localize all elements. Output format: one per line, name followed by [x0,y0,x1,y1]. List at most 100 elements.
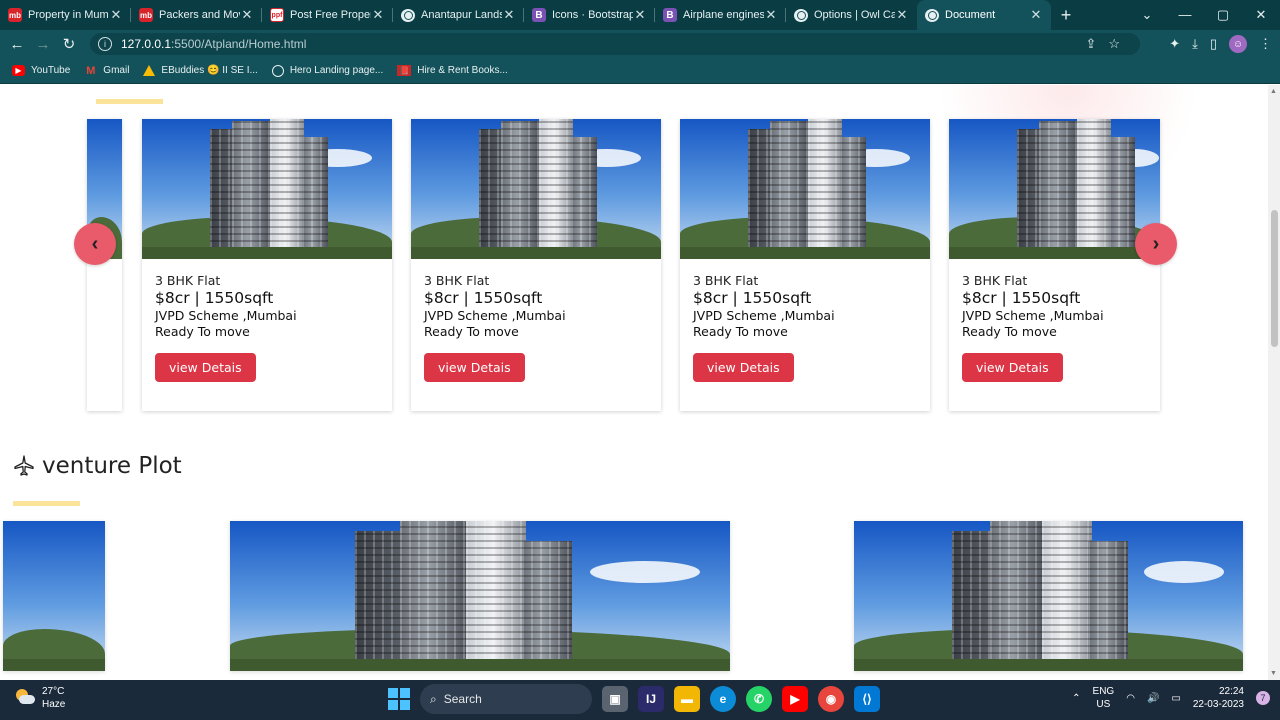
windows-taskbar: 27°C Haze ⌕ Search ▣ IJ ▬ e ✆ ▶ ◉ ⟨⟩ ⌃ ENG… [0,680,1280,720]
menu-kebab-icon[interactable]: ⋮ [1259,36,1272,52]
browser-tab-strip: mbProperty in Mumb✕ mbPackers and Move✕ … [0,0,1280,30]
bookmark-hero-landing[interactable]: Hero Landing page... [271,64,383,77]
tab-5[interactable]: B Airplane engines ✕ [655,0,786,30]
reload-icon[interactable]: ↻ [56,35,82,53]
section-title: venture Plot [42,453,182,479]
profile-avatar[interactable]: ☺ [1229,35,1247,53]
share-icon[interactable]: ⇪ [1085,33,1096,55]
close-tab-icon[interactable]: ✕ [502,7,516,23]
edge-icon[interactable]: e [710,686,736,712]
wifi-icon[interactable]: ◠ [1126,693,1135,704]
listing-price: $8cr | 1550sqft [424,289,543,307]
file-explorer-icon[interactable]: ▬ [674,686,700,712]
back-icon[interactable]: ← [4,36,30,53]
download-icon[interactable]: ⤓ [1192,36,1198,52]
chevron-right-icon: › [1152,232,1160,255]
property-photo [680,119,930,259]
vscode-icon[interactable]: ⟨⟩ [854,686,880,712]
tab-search-icon[interactable]: ⌄ [1128,0,1166,30]
minimize-button[interactable]: — [1166,0,1204,30]
listing-price: $8cr | 1550sqft [962,289,1081,307]
property-photo [230,521,730,671]
tab-1[interactable]: mbPackers and Move✕ [131,0,262,30]
tab-0[interactable]: mb Property in Mumb ✕ [0,0,131,30]
weather-widget[interactable]: 27°C Haze [14,685,65,711]
section-underline [96,99,163,104]
view-details-button[interactable]: view Detais [962,353,1063,382]
close-tab-icon[interactable]: ✕ [764,7,778,23]
system-tray: ⌃ ENG US ◠ 🔊 ▭ 22:24 22-03-2023 7 [1072,685,1270,711]
close-tab-icon[interactable]: ✕ [240,7,254,23]
bootstrap-icon: B [663,8,677,22]
bookmark-ebuddies[interactable]: EBuddies 😊 II SE I... [143,65,258,76]
language-indicator[interactable]: ENG US [1093,685,1115,711]
page-scrollbar[interactable]: ▲ ▼ [1268,85,1280,680]
haze-weather-icon [14,688,36,708]
tab-7-active[interactable]: Document ✕ [917,0,1051,30]
view-details-button[interactable]: view Detais [693,353,794,382]
whatsapp-icon[interactable]: ✆ [746,686,772,712]
bookmark-youtube[interactable]: ▶ YouTube [12,65,70,76]
listing-location: JVPD Scheme ,Mumbai [155,308,297,323]
youtube-app-icon[interactable]: ▶ [782,686,808,712]
drive-icon [143,65,156,76]
close-window-button[interactable]: ✕ [1242,0,1280,30]
scroll-up-icon[interactable]: ▲ [1270,88,1277,95]
tab-4[interactable]: B Icons · Bootstrap ✕ [524,0,655,30]
tab-3[interactable]: Anantapur Lands ✕ [393,0,524,30]
bookmark-gmail[interactable]: M Gmail [84,65,129,77]
listing-type: 3 BHK Flat [962,273,1028,288]
listing-card: 3 BHK Flat $8cr | 1550sqft JVPD Scheme ,… [142,119,392,411]
chrome-icon[interactable]: ◉ [818,686,844,712]
close-tab-icon[interactable]: ✕ [895,7,909,23]
listing-type: 3 BHK Flat [155,273,221,288]
carousel-prev-button[interactable]: ‹ [74,223,116,265]
task-view-icon[interactable]: ▣ [602,686,628,712]
property-photo [3,521,105,671]
section-underline [13,501,80,506]
close-tab-icon[interactable]: ✕ [109,7,123,23]
url-bar[interactable]: i 127.0.0.1:5500/Atpland/Home.html [90,33,1140,55]
clock[interactable]: 22:24 22-03-2023 [1193,685,1244,711]
site-info-icon[interactable]: i [98,37,112,51]
tab-2[interactable]: ppf Post Free Propert ✕ [262,0,393,30]
listing-status: Ready To move [155,324,250,339]
scroll-down-icon[interactable]: ▼ [1270,670,1277,677]
close-tab-icon[interactable]: ✕ [1029,7,1043,23]
search-icon: ⌕ [430,691,437,706]
property-photo [949,119,1160,259]
volume-icon[interactable]: 🔊 [1147,693,1159,704]
plot-card [230,521,730,671]
chevron-up-icon[interactable]: ⌃ [1072,693,1080,704]
listing-price: $8cr | 1550sqft [693,289,812,307]
carousel-next-button[interactable]: › [1135,223,1177,265]
scrollbar-thumb[interactable] [1271,210,1278,347]
property-site-icon: ppf [270,8,284,22]
view-details-button[interactable]: view Detais [155,353,256,382]
magicbricks-icon: mb [139,8,153,22]
listing-type: 3 BHK Flat [424,273,490,288]
intellij-icon[interactable]: IJ [638,686,664,712]
bookmarks-bar: ▶ YouTube M Gmail EBuddies 😊 II SE I... He… [0,58,1280,84]
forward-icon[interactable]: → [30,36,56,53]
side-panel-icon[interactable]: ▯ [1210,36,1217,52]
new-tab-button[interactable]: + [1051,0,1081,30]
close-tab-icon[interactable]: ✕ [633,7,647,23]
bookmark-star-icon[interactable]: ☆ [1108,33,1120,55]
property-photo [142,119,392,259]
bookmark-hire-rent-books[interactable]: 📕 Hire & Rent Books... [397,65,508,76]
listing-price: $8cr | 1550sqft [155,289,274,307]
view-details-button[interactable]: view Detais [424,353,525,382]
windows-start-icon[interactable] [388,688,410,710]
tab-6[interactable]: Options | Owl Car ✕ [786,0,917,30]
taskbar-search[interactable]: ⌕ Search [420,684,592,714]
listing-card-partial-left [87,119,122,411]
battery-icon[interactable]: ▭ [1171,693,1180,704]
listing-type: 3 BHK Flat [693,273,759,288]
extensions-icon[interactable]: ✦ [1169,36,1180,52]
close-tab-icon[interactable]: ✕ [371,7,385,23]
listing-location: JVPD Scheme ,Mumbai [962,308,1104,323]
notification-badge[interactable]: 7 [1256,691,1270,705]
bootstrap-icon: B [532,8,546,22]
maximize-button[interactable]: ▢ [1204,0,1242,30]
